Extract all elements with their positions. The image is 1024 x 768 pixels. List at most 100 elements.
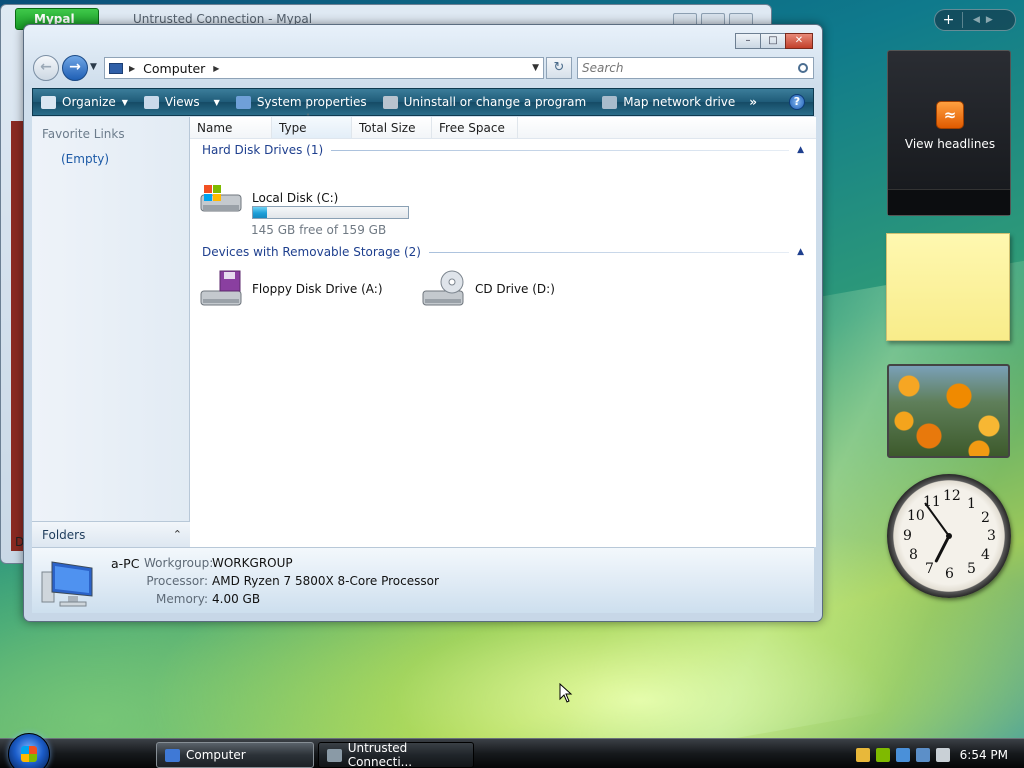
organize-label: Organize (62, 95, 116, 109)
column-header-total-size[interactable]: Total Size (352, 117, 432, 138)
minimize-button[interactable]: – (735, 33, 761, 49)
feed-headlines-gadget[interactable]: ≈ View headlines (887, 50, 1011, 216)
view-headlines-label[interactable]: View headlines (888, 137, 1012, 151)
clock-hour-hand (934, 534, 951, 563)
system-properties-button[interactable]: System properties (228, 95, 375, 109)
column-header-name[interactable]: Name (190, 117, 272, 138)
processor-value: AMD Ryzen 7 5800X 8-Core Processor (212, 574, 439, 588)
windows-logo-icon (21, 746, 37, 762)
back-button[interactable]: ← (33, 55, 59, 81)
workgroup-label: Workgroup: (144, 556, 214, 570)
details-pane: a-PC Workgroup: WORKGROUP Processor: AMD… (32, 547, 814, 613)
views-button[interactable]: Views ▼ (136, 95, 228, 109)
uninstall-program-button[interactable]: Uninstall or change a program (375, 95, 595, 109)
address-bar[interactable]: ▶ Computer ▶ ▼ (104, 57, 544, 79)
group-divider (331, 149, 790, 151)
more-commands-button[interactable]: » (743, 95, 763, 109)
rss-icon: ≈ (936, 101, 964, 129)
volume-muted-icon[interactable] (936, 748, 950, 762)
folders-label: Folders (42, 527, 86, 542)
breadcrumb-arrow-icon[interactable]: ▶ (213, 64, 219, 73)
file-list[interactable]: Name ˄ Type Total Size Free Space Hard D… (190, 113, 816, 547)
chevron-up-icon[interactable]: ⌃ (173, 528, 182, 541)
taskbar: Computer Untrusted Connecti... 6:54 PM (0, 733, 1024, 768)
security-shield-icon[interactable] (856, 748, 870, 762)
processor-label: Processor: (146, 574, 208, 588)
group-divider (428, 251, 790, 253)
system-properties-icon (235, 95, 251, 109)
notification-area: 6:54 PM (850, 742, 1024, 768)
gadget-page-arrows-icon[interactable]: ◀▶ (973, 15, 999, 25)
forward-button[interactable]: → (62, 55, 88, 81)
taskbar-button-label: Untrusted Connecti... (347, 741, 413, 768)
chevron-down-icon: ▼ (213, 97, 220, 107)
column-header-type-label: Type (279, 121, 307, 135)
group-heading: Hard Disk Drives (1) (202, 143, 324, 157)
column-header-type[interactable]: ˄ Type (272, 113, 352, 138)
clock-minute-hand (924, 502, 950, 537)
collapse-icon[interactable]: ▲ (797, 145, 804, 155)
uninstall-label: Uninstall or change a program (403, 95, 587, 109)
organize-button[interactable]: Organize ▼ (33, 95, 136, 109)
uninstall-icon (382, 95, 398, 109)
start-button[interactable] (8, 733, 50, 768)
background-window-edge (11, 121, 23, 551)
search-icon[interactable] (798, 63, 808, 73)
group-removable-storage[interactable]: Devices with Removable Storage (2) ▲ (202, 245, 806, 259)
taskbar-button-mypal[interactable]: Untrusted Connecti... (318, 741, 474, 768)
notes-gadget[interactable] (886, 233, 1010, 341)
map-network-drive-label: Map network drive (623, 95, 736, 109)
clock-hands (924, 502, 952, 563)
network-icon[interactable] (916, 748, 930, 762)
refresh-button[interactable]: ↻ (546, 57, 572, 79)
column-header-free-space[interactable]: Free Space (432, 117, 518, 138)
close-button[interactable]: ✕ (785, 33, 813, 49)
taskbar-button-computer[interactable]: Computer (156, 742, 314, 768)
local-disk-label[interactable]: Local Disk (C:) (252, 191, 338, 205)
computer-icon (165, 748, 180, 762)
favorite-links-empty: (Empty) (61, 152, 110, 166)
group-heading: Devices with Removable Storage (2) (202, 245, 421, 259)
recent-pages-dropdown[interactable]: ▼ (90, 62, 97, 72)
maximize-button[interactable]: □ (760, 33, 786, 49)
favorite-links-heading: Favorite Links (42, 127, 125, 141)
folders-toggle[interactable]: Folders ⌃ (32, 521, 190, 547)
floppy-drive-label[interactable]: Floppy Disk Drive (A:) (252, 282, 383, 296)
clock-gadget[interactable]: 12 1 2 3 4 5 6 7 8 9 10 11 (887, 474, 1011, 598)
help-button[interactable]: ? (789, 94, 805, 110)
browser-icon (327, 748, 342, 762)
feed-gadget-footer (888, 189, 1010, 215)
address-dropdown-icon[interactable]: ▼ (532, 63, 539, 73)
tray-app-icon[interactable] (896, 748, 910, 762)
views-icon (143, 95, 159, 109)
search-box[interactable] (577, 57, 814, 79)
computer-explorer-window[interactable]: – □ ✕ ← → ▼ ▶ Computer ▶ ▼ ↻ Organize ▼ … (23, 24, 823, 622)
tray-app-icon[interactable] (876, 748, 890, 762)
add-gadget-button[interactable]: + (935, 12, 963, 28)
computer-name: a-PC (111, 556, 140, 571)
cd-drive-icon[interactable] (420, 269, 466, 309)
local-disk-capacity-bar (252, 206, 409, 219)
system-clock[interactable]: 6:54 PM (960, 748, 1008, 762)
command-bar: Organize ▼ Views ▼ System properties Uni… (32, 88, 814, 116)
cd-drive-label[interactable]: CD Drive (D:) (475, 282, 555, 296)
breadcrumb-computer[interactable]: Computer (143, 61, 205, 76)
breadcrumb-arrow-icon[interactable]: ▶ (129, 64, 135, 73)
memory-value: 4.00 GB (212, 592, 261, 606)
mouse-cursor-icon (559, 683, 573, 703)
map-network-drive-button[interactable]: Map network drive (594, 95, 743, 109)
slideshow-gadget[interactable] (887, 364, 1010, 458)
search-input[interactable] (578, 61, 778, 75)
local-disk-free-space: 145 GB free of 159 GB (251, 223, 387, 237)
system-properties-label: System properties (256, 95, 367, 109)
sort-arrow-icon: ˄ (306, 113, 310, 122)
views-label: Views (164, 95, 200, 109)
window-controls: – □ ✕ (735, 33, 813, 49)
floppy-drive-icon[interactable] (198, 269, 244, 309)
collapse-icon[interactable]: ▲ (797, 247, 804, 257)
group-hard-disk-drives[interactable]: Hard Disk Drives (1) ▲ (202, 143, 806, 157)
workgroup-value: WORKGROUP (212, 556, 293, 570)
organize-icon (41, 95, 56, 109)
hard-drive-icon[interactable] (198, 179, 244, 219)
navigation-pane: Favorite Links (Empty) Folders ⌃ (32, 117, 190, 547)
